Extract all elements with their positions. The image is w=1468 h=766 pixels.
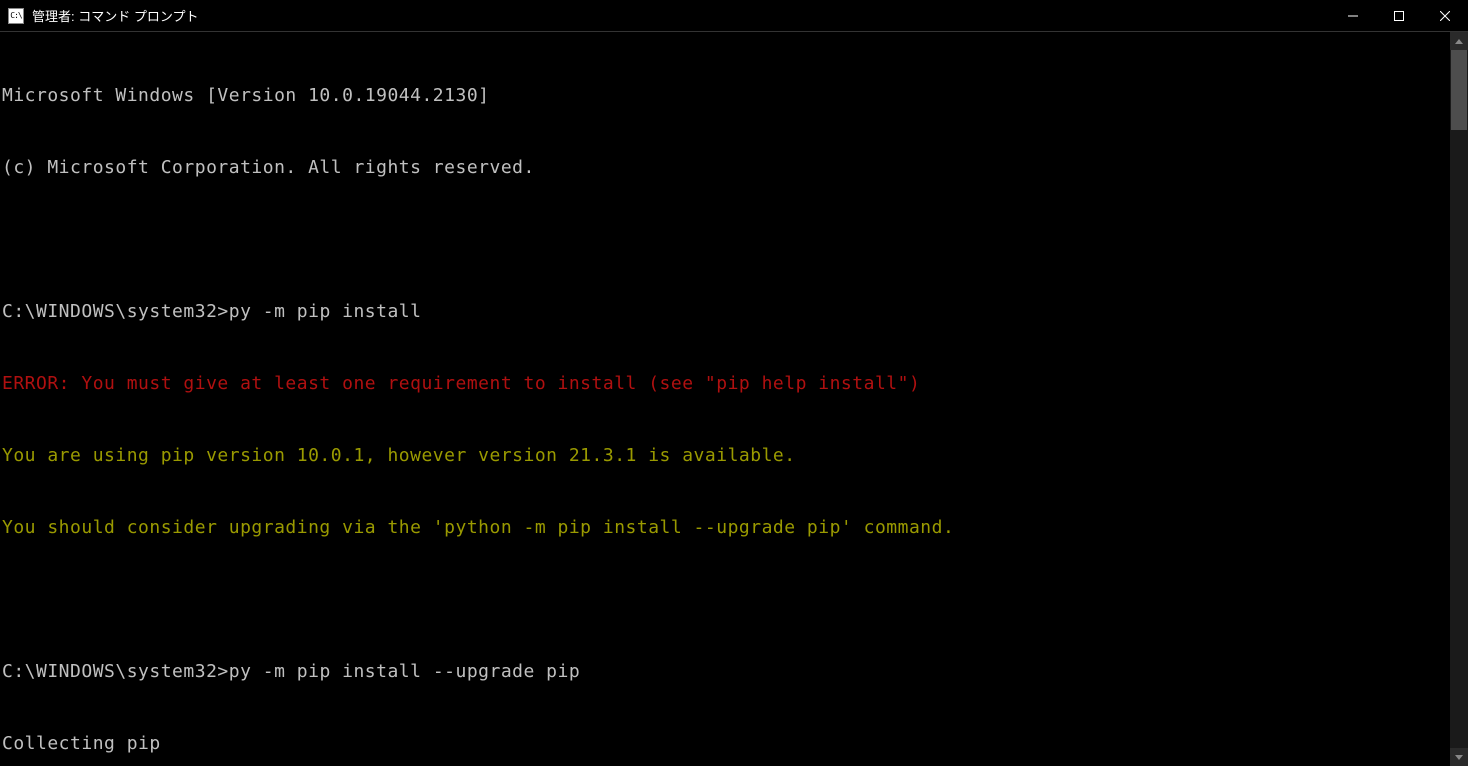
terminal-output[interactable]: Microsoft Windows [Version 10.0.19044.21… <box>0 32 1450 766</box>
entered-command: py -m pip install <box>229 301 422 322</box>
chevron-down-icon <box>1455 755 1463 760</box>
warning-message: You are using pip version 10.0.1, howeve… <box>2 444 1450 468</box>
close-icon <box>1440 11 1450 21</box>
prompt-path: C:\WINDOWS\system32> <box>2 301 229 322</box>
window-titlebar[interactable]: C:\ 管理者: コマンド プロンプト <box>0 0 1468 32</box>
banner-version: Microsoft Windows [Version 10.0.19044.21… <box>2 84 1450 108</box>
maximize-button[interactable] <box>1376 0 1422 31</box>
scroll-up-button[interactable] <box>1450 32 1468 50</box>
scroll-down-button[interactable] <box>1450 748 1468 766</box>
prompt-line: C:\WINDOWS\system32>py -m pip install <box>2 300 1450 324</box>
scroll-thumb[interactable] <box>1451 50 1467 130</box>
minimize-icon <box>1348 11 1358 21</box>
banner-copyright: (c) Microsoft Corporation. All rights re… <box>2 156 1450 180</box>
window-title: 管理者: コマンド プロンプト <box>32 6 1330 25</box>
warning-message: You should consider upgrading via the 'p… <box>2 516 1450 540</box>
app-icon: C:\ <box>8 8 24 24</box>
blank-line <box>2 228 1450 252</box>
prompt-path: C:\WINDOWS\system32> <box>2 661 229 682</box>
output-line: Collecting pip <box>2 732 1450 756</box>
minimize-button[interactable] <box>1330 0 1376 31</box>
close-button[interactable] <box>1422 0 1468 31</box>
window-controls <box>1330 0 1468 31</box>
prompt-line: C:\WINDOWS\system32>py -m pip install --… <box>2 660 1450 684</box>
error-message: ERROR: You must give at least one requir… <box>2 372 1450 396</box>
maximize-icon <box>1394 11 1404 21</box>
chevron-up-icon <box>1455 39 1463 44</box>
blank-line <box>2 588 1450 612</box>
vertical-scrollbar[interactable] <box>1450 32 1468 766</box>
entered-command: py -m pip install --upgrade pip <box>229 661 580 682</box>
